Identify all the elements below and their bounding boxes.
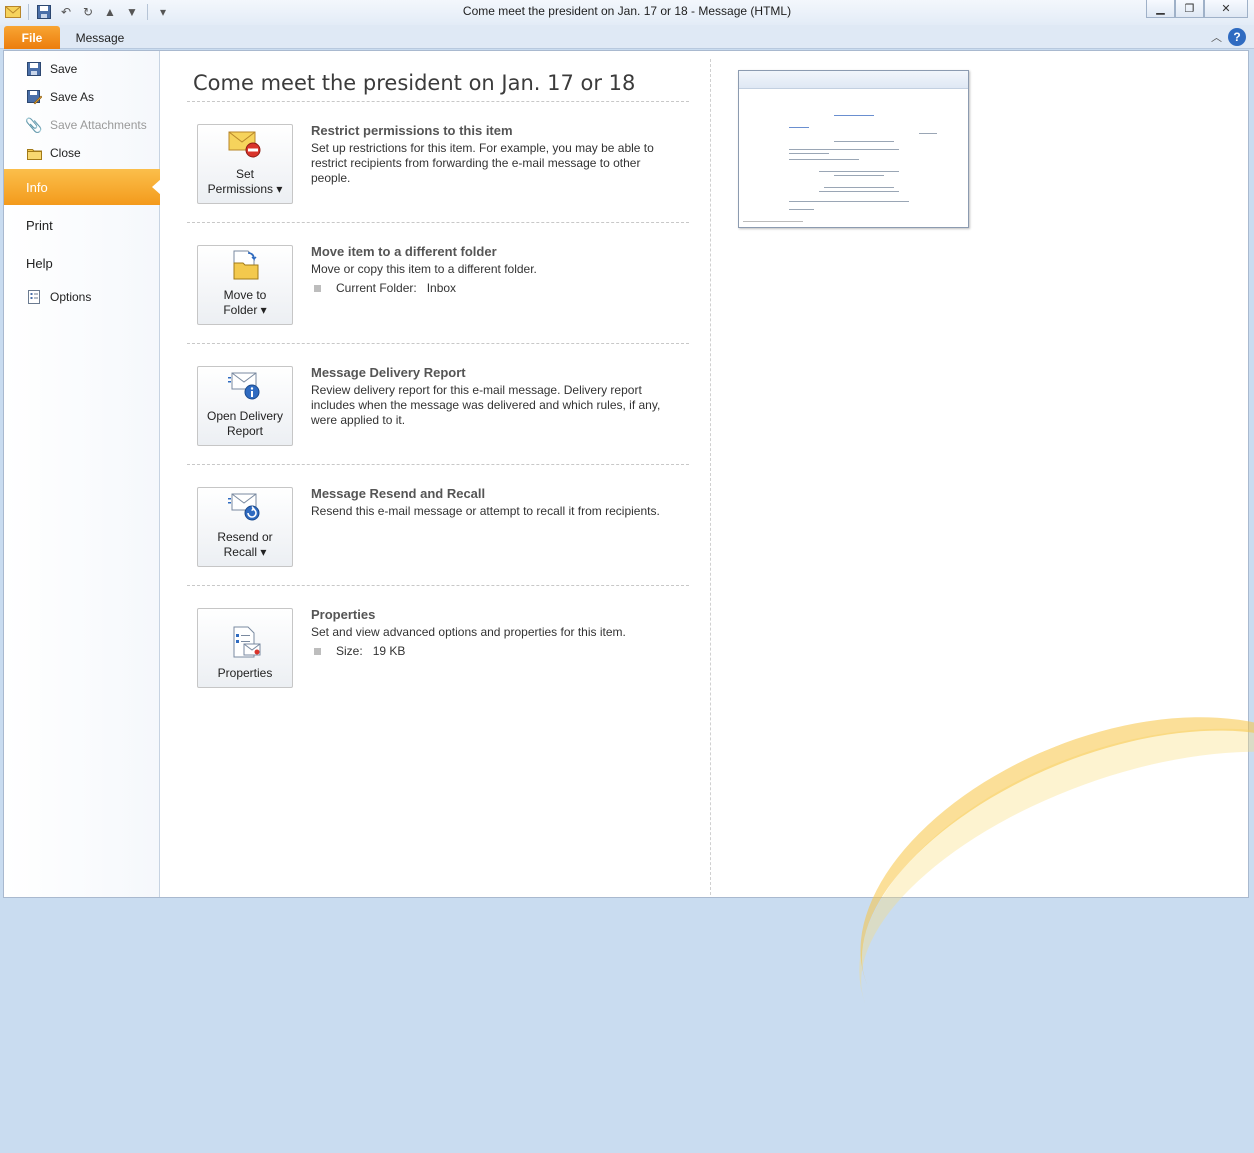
nav-print[interactable]: Print bbox=[4, 207, 160, 243]
current-folder-label: Current Folder: bbox=[336, 281, 417, 295]
thumbnail-text-line bbox=[819, 191, 899, 192]
bullet-square bbox=[314, 284, 321, 292]
section-description: Set and view advanced options and proper… bbox=[311, 625, 626, 639]
thumbnail-text-line bbox=[789, 159, 859, 160]
thumbnail-text-line bbox=[819, 171, 899, 172]
help-icon[interactable]: ? bbox=[1228, 28, 1246, 46]
properties-icon bbox=[225, 626, 265, 660]
save-icon bbox=[26, 61, 42, 77]
resend-or-recall-label-1: Resend or bbox=[217, 530, 273, 544]
nav-close[interactable]: Close bbox=[4, 140, 160, 166]
move-to-folder-label-1: Move to bbox=[223, 288, 267, 302]
tab-message[interactable]: Message bbox=[66, 26, 134, 49]
close-window-button[interactable]: ✕ bbox=[1204, 0, 1248, 18]
resend-or-recall-button[interactable]: Resend or Recall ▾ bbox=[197, 487, 293, 567]
move-folder-icon bbox=[225, 248, 265, 282]
set-permissions-button[interactable]: Set Permissions ▾ bbox=[197, 124, 293, 204]
thumbnail-text-line bbox=[789, 209, 814, 210]
thumbnail-text-line bbox=[834, 175, 884, 176]
set-permissions-label: Permissions ▾ bbox=[207, 182, 283, 196]
message-thumbnail-preview[interactable] bbox=[738, 70, 969, 228]
section-description: Move or copy this item to a different fo… bbox=[311, 262, 537, 276]
section-delivery-report: Open Delivery Report Message Delivery Re… bbox=[187, 344, 689, 464]
vertical-divider bbox=[710, 59, 711, 895]
properties-button[interactable]: Properties bbox=[197, 608, 293, 688]
nav-save[interactable]: Save bbox=[4, 56, 160, 82]
current-folder-detail: Current Folder: Inbox bbox=[311, 281, 456, 295]
info-content: Come meet the president on Jan. 17 or 18… bbox=[161, 51, 711, 897]
title-bar: ↶ ↻ ▲ ▼ ▾ Come meet the president on Jan… bbox=[0, 0, 1254, 25]
thumbnail-text-line bbox=[834, 115, 874, 116]
section-description: Review delivery report for this e-mail m… bbox=[311, 383, 661, 427]
delivery-report-icon bbox=[225, 369, 265, 403]
thumbnail-text-line bbox=[789, 201, 909, 202]
thumbnail-text-line bbox=[743, 221, 803, 222]
nav-save-label: Save bbox=[50, 62, 78, 76]
move-to-folder-label: Folder ▾ bbox=[223, 303, 267, 317]
nav-options-label: Options bbox=[50, 290, 92, 304]
section-resend-recall: Resend or Recall ▾ Message Resend and Re… bbox=[187, 465, 689, 585]
move-to-folder-button[interactable]: Move to Folder ▾ bbox=[197, 245, 293, 325]
nav-info[interactable]: Info bbox=[4, 169, 161, 205]
thumbnail-text-line bbox=[789, 153, 829, 154]
backstage-view: Save Save As 📎 Save Attachments Close In… bbox=[3, 50, 1254, 1153]
thumbnail-text-line bbox=[789, 127, 809, 128]
thumbnail-text-line bbox=[919, 133, 937, 134]
nav-save-as-label: Save As bbox=[50, 90, 95, 104]
section-permissions: Set Permissions ▾ Restrict permissions t… bbox=[187, 102, 689, 222]
open-delivery-report-label-2: Report bbox=[226, 424, 264, 438]
thumbnail-text-line bbox=[824, 187, 894, 188]
section-title: Properties bbox=[311, 607, 376, 622]
size-label: Size: bbox=[336, 644, 363, 658]
nav-save-attachments[interactable]: 📎 Save Attachments bbox=[4, 112, 160, 138]
resend-or-recall-label: Recall ▾ bbox=[223, 545, 267, 559]
nav-save-as[interactable]: Save As bbox=[4, 84, 160, 110]
thumbnail-text-line bbox=[789, 149, 899, 150]
nav-options[interactable]: Options bbox=[4, 284, 160, 310]
current-folder-value: Inbox bbox=[426, 281, 457, 295]
nav-help[interactable]: Help bbox=[4, 245, 160, 281]
set-permissions-label-1: Set bbox=[235, 167, 254, 181]
section-move-folder: Move to Folder ▾ Move item to a differen… bbox=[187, 223, 689, 343]
section-title: Message Resend and Recall bbox=[311, 486, 486, 501]
section-title: Message Delivery Report bbox=[311, 365, 466, 380]
nav-save-attachments-label: Save Attachments bbox=[50, 118, 147, 132]
permissions-icon bbox=[225, 127, 265, 161]
thumbnail-ribbon bbox=[739, 71, 968, 89]
properties-button-label: Properties bbox=[217, 666, 273, 680]
open-delivery-report-label-1: Open Delivery bbox=[206, 409, 284, 423]
thumbnail-text-line bbox=[834, 141, 894, 142]
resend-recall-icon bbox=[225, 490, 265, 524]
options-icon bbox=[26, 289, 42, 305]
ribbon-tabs: File Message ︿ ? bbox=[0, 25, 1254, 49]
folder-icon bbox=[26, 145, 42, 161]
paperclip-icon: 📎 bbox=[25, 116, 43, 133]
tab-file[interactable]: File bbox=[4, 26, 60, 49]
minimize-button[interactable]: ▁ bbox=[1146, 0, 1175, 18]
open-delivery-report-button[interactable]: Open Delivery Report bbox=[197, 366, 293, 446]
section-properties: Properties Properties Set and view advan… bbox=[187, 586, 689, 706]
save-as-icon bbox=[26, 89, 42, 105]
ribbon-right-controls: ︿ ? bbox=[1211, 28, 1246, 46]
restore-button[interactable]: ❐ bbox=[1175, 0, 1204, 18]
size-detail: Size: 19 KB bbox=[311, 644, 405, 658]
section-description: Set up restrictions for this item. For e… bbox=[311, 141, 654, 185]
window-title: Come meet the president on Jan. 17 or 18… bbox=[462, 4, 792, 18]
window-controls: ▁ ❐ ✕ bbox=[1146, 0, 1248, 18]
section-title: Move item to a different folder bbox=[311, 244, 497, 259]
section-description: Resend this e-mail message or attempt to… bbox=[311, 504, 660, 518]
nav-close-label: Close bbox=[50, 146, 81, 160]
section-title: Restrict permissions to this item bbox=[311, 123, 513, 138]
bullet-square bbox=[314, 647, 321, 655]
size-value: 19 KB bbox=[372, 644, 406, 658]
backstage-nav: Save Save As 📎 Save Attachments Close In… bbox=[4, 51, 161, 897]
page-title: Come meet the president on Jan. 17 or 18 bbox=[193, 71, 636, 95]
minimize-ribbon-icon[interactable]: ︿ bbox=[1211, 29, 1222, 45]
